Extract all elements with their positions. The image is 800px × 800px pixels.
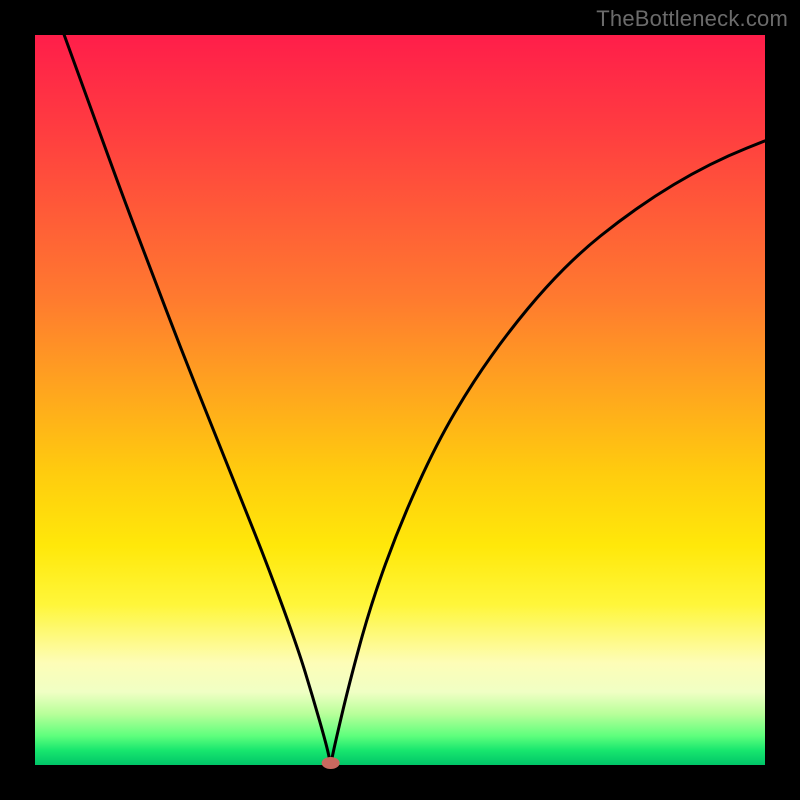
optimal-marker <box>322 757 340 769</box>
watermark-text: TheBottleneck.com <box>596 6 788 32</box>
chart-svg <box>35 35 765 765</box>
bottleneck-curve <box>331 141 765 765</box>
chart-layer <box>64 35 765 769</box>
chart-frame: TheBottleneck.com <box>0 0 800 800</box>
plot-area <box>35 35 765 765</box>
bottleneck-curve <box>64 35 330 765</box>
